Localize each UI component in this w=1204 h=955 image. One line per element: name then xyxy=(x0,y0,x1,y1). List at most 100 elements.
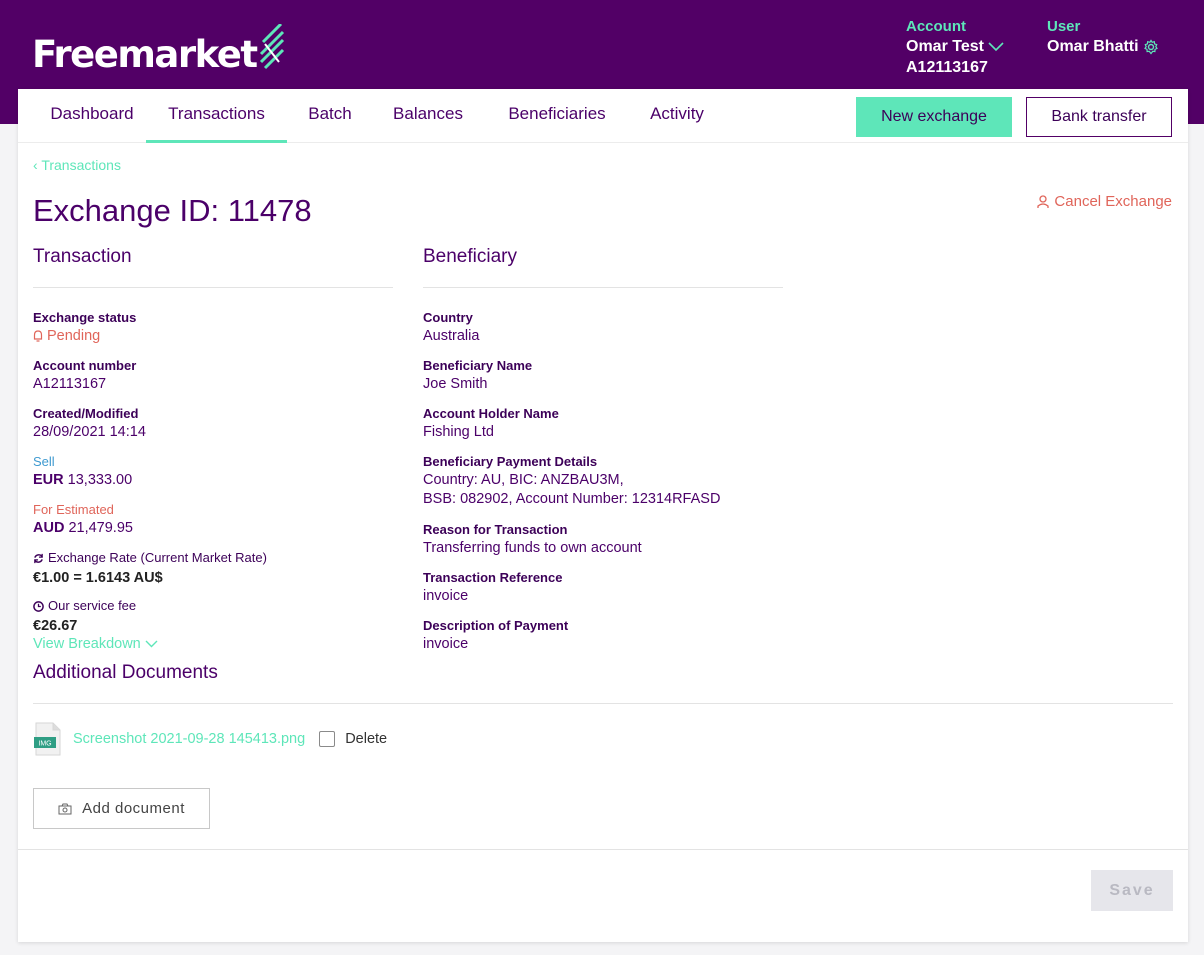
cancel-exchange-link[interactable]: Cancel Exchange xyxy=(1037,193,1172,210)
sell-amount: 13,333.00 xyxy=(67,472,133,488)
reference-value: invoice xyxy=(423,588,469,604)
description-label: Description of Payment xyxy=(423,618,569,633)
created-field: Created/Modified 28/09/2021 14:14 xyxy=(33,405,146,442)
exchange-status-label: Exchange status xyxy=(33,310,137,325)
description-value: invoice xyxy=(423,636,469,652)
logo-mark-icon xyxy=(259,24,284,70)
cancel-exchange-label: Cancel Exchange xyxy=(1054,193,1172,210)
transaction-heading: Transaction xyxy=(33,246,132,267)
beneficiary-name-field: Beneficiary Name Joe Smith xyxy=(423,357,532,394)
save-button[interactable]: Save xyxy=(1091,870,1173,911)
nav-balances[interactable]: Balances xyxy=(380,89,476,143)
breadcrumb-label: Transactions xyxy=(41,157,121,173)
account-number-value: A12113167 xyxy=(33,376,107,392)
user-name: Omar Bhatti xyxy=(1047,36,1159,57)
nav-batch[interactable]: Batch xyxy=(294,89,366,143)
page-title: Exchange ID: 11478 xyxy=(33,193,312,228)
documents-divider xyxy=(33,703,1173,704)
beneficiary-heading: Beneficiary xyxy=(423,246,517,267)
image-file-icon: IMG xyxy=(34,722,61,756)
sell-field: Sell EUR 13,333.00 xyxy=(33,453,132,490)
reason-value: Transferring funds to own account xyxy=(423,540,642,556)
account-number: A12113167 xyxy=(906,59,988,76)
payment-details-line2: BSB: 082902, Account Number: 12314RFASD xyxy=(423,491,721,507)
beneficiary-divider xyxy=(423,287,783,288)
exchange-rate-value: €1.00 = 1.6143 AU$ xyxy=(33,569,163,586)
new-exchange-button[interactable]: New exchange xyxy=(856,97,1012,137)
payment-details-field: Beneficiary Payment Details Country: AU,… xyxy=(423,453,720,509)
payment-details-line1: Country: AU, BIC: ANZBAU3M, xyxy=(423,472,624,488)
exchange-status-text: Pending xyxy=(47,328,101,344)
sell-currency: EUR xyxy=(33,472,64,488)
exchange-rate-field: Exchange Rate (Current Market Rate) €1.0… xyxy=(33,549,267,588)
user-name-text: Omar Bhatti xyxy=(1047,38,1139,55)
created-label: Created/Modified xyxy=(33,406,139,421)
user-label: User xyxy=(1047,18,1081,35)
country-value: Australia xyxy=(423,328,480,344)
delete-checkbox[interactable] xyxy=(319,731,336,747)
beneficiary-name-label: Beneficiary Name xyxy=(423,358,533,373)
main-nav: Dashboard Transactions Batch Balances Be… xyxy=(18,89,1188,143)
nav-beneficiaries[interactable]: Beneficiaries xyxy=(492,89,622,143)
nav-dashboard[interactable]: Dashboard xyxy=(28,89,156,143)
account-number-label: Account number xyxy=(33,358,137,373)
document-file-link[interactable]: Screenshot 2021-09-28 145413.png xyxy=(73,731,305,747)
account-selector[interactable]: Account Omar Test A12113167 xyxy=(906,18,1004,78)
for-estimated-label: For Estimated xyxy=(33,502,114,517)
image-file-badge: IMG xyxy=(38,741,51,748)
user-icon xyxy=(1037,194,1050,208)
service-fee-field: Our service fee €26.67 View Breakdown xyxy=(33,597,158,652)
for-amount: 21,479.95 xyxy=(68,520,133,536)
freemarket-logo[interactable]: Freemarket xyxy=(32,24,285,80)
exchange-status-value: Pending xyxy=(33,327,100,346)
exchange-rate-label-text: Exchange Rate (Current Market Rate) xyxy=(48,550,267,565)
service-fee-value: €26.67 xyxy=(33,617,78,634)
country-field: Country Australia xyxy=(423,309,479,346)
exchange-status-field: Exchange status Pending xyxy=(33,309,136,348)
refresh-icon xyxy=(34,553,43,563)
for-estimated-value: AUD 21,479.95 xyxy=(33,519,133,538)
account-number-field: Account number A12113167 xyxy=(33,357,136,394)
add-document-label: Add document xyxy=(82,800,185,817)
for-currency: AUD xyxy=(33,520,65,536)
nav-activity[interactable]: Activity xyxy=(636,89,718,143)
documents-heading: Additional Documents xyxy=(33,662,218,683)
created-value: 28/09/2021 14:14 xyxy=(33,424,146,440)
reference-label: Transaction Reference xyxy=(423,570,563,585)
holder-name-field: Account Holder Name Fishing Ltd xyxy=(423,405,559,442)
payment-details-label: Beneficiary Payment Details xyxy=(423,454,598,469)
service-fee-label-text: Our service fee xyxy=(48,598,137,613)
main-card: Dashboard Transactions Batch Balances Be… xyxy=(18,89,1188,942)
document-row: IMG Screenshot 2021-09-28 145413.png Del… xyxy=(33,722,387,756)
service-fee-label: Our service fee xyxy=(33,597,136,615)
holder-name-value: Fishing Ltd xyxy=(423,424,494,440)
clock-icon xyxy=(33,600,44,612)
reason-label: Reason for Transaction xyxy=(423,522,568,537)
sell-label: Sell xyxy=(33,454,55,469)
add-document-button[interactable]: Add document xyxy=(33,788,210,829)
reason-field: Reason for Transaction Transferring fund… xyxy=(423,521,642,558)
exchange-rate-label: Exchange Rate (Current Market Rate) xyxy=(33,549,267,567)
sell-value: EUR 13,333.00 xyxy=(33,471,132,490)
description-field: Description of Payment invoice xyxy=(423,617,568,654)
nav-transactions[interactable]: Transactions xyxy=(146,89,287,143)
for-estimated-field: For Estimated AUD 21,479.95 xyxy=(33,501,133,538)
user-menu[interactable]: User Omar Bhatti xyxy=(1047,18,1159,57)
reference-field: Transaction Reference invoice xyxy=(423,569,562,606)
account-label: Account xyxy=(906,18,966,35)
chevron-down-icon[interactable] xyxy=(988,41,1004,52)
bell-icon xyxy=(33,330,43,342)
view-breakdown-link[interactable]: View Breakdown xyxy=(33,636,158,652)
beneficiary-name-value: Joe Smith xyxy=(423,376,488,392)
account-name: Omar Test xyxy=(906,36,1004,57)
bank-transfer-button[interactable]: Bank transfer xyxy=(1026,97,1172,137)
transaction-divider xyxy=(33,287,393,288)
view-breakdown-label: View Breakdown xyxy=(33,635,141,652)
logo-text: Freemarket xyxy=(32,33,258,76)
gear-icon[interactable] xyxy=(1143,38,1159,55)
account-name-text: Omar Test xyxy=(906,38,984,55)
chevron-down-icon xyxy=(145,640,158,647)
country-label: Country xyxy=(423,310,473,325)
breadcrumb[interactable]: ‹ Transactions xyxy=(33,157,121,173)
footer-divider xyxy=(18,849,1188,850)
